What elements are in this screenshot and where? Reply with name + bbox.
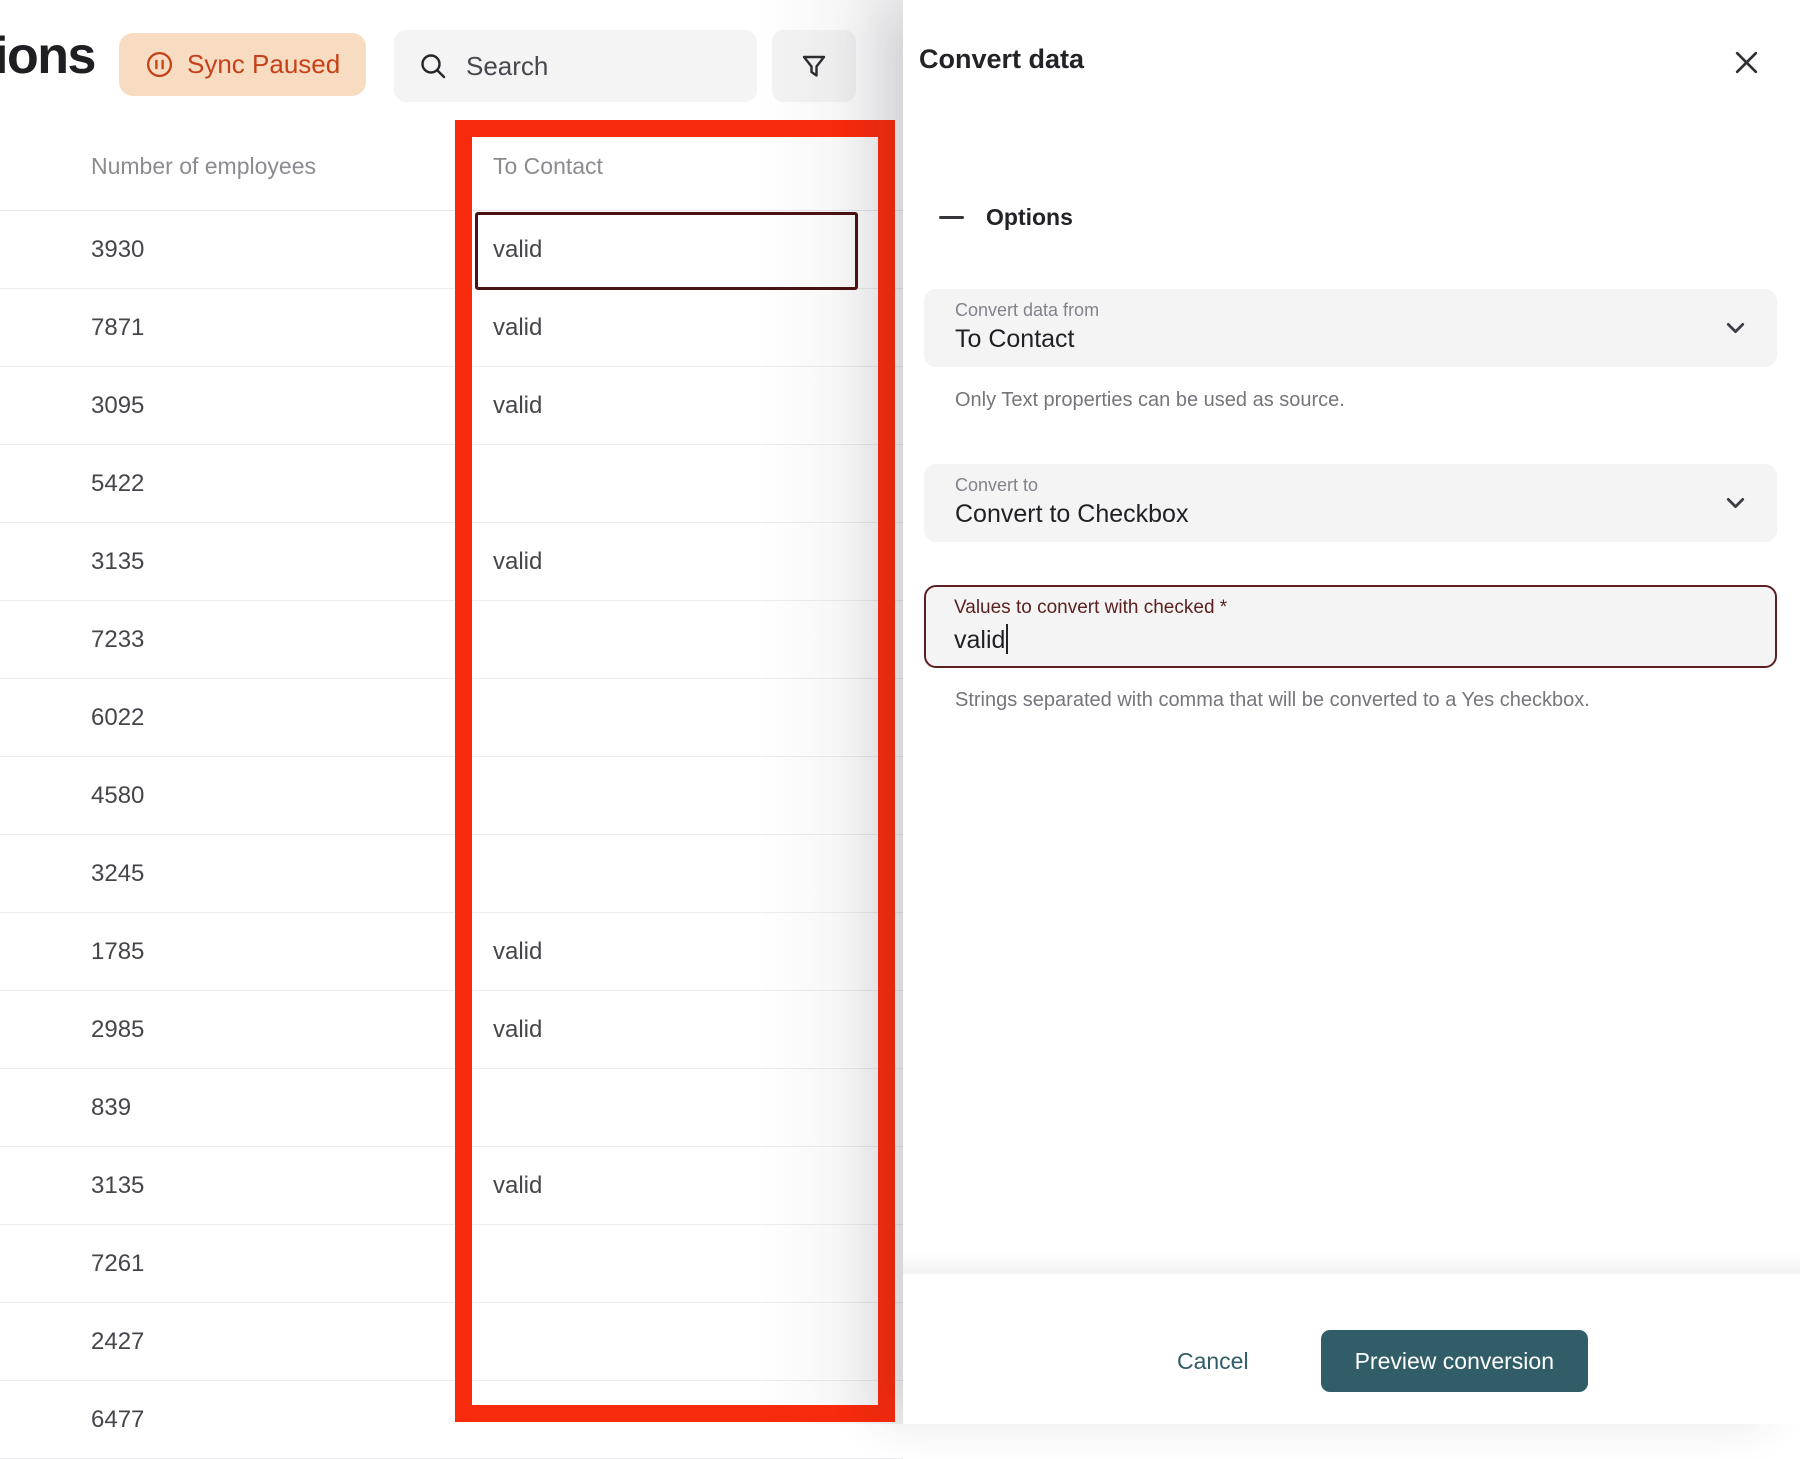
close-button[interactable]: [1726, 42, 1766, 82]
cell-to-contact[interactable]: [493, 1303, 853, 1380]
chevron-down-icon: [1722, 490, 1749, 517]
close-icon: [1731, 47, 1762, 78]
table-row: 5422: [0, 445, 903, 523]
cell-employees[interactable]: 6022: [91, 679, 391, 756]
sync-paused-badge[interactable]: Sync Paused: [119, 33, 366, 96]
funnel-icon: [798, 50, 830, 82]
page-title-fragment: ions: [0, 26, 95, 86]
cell-employees[interactable]: 3930: [91, 211, 391, 288]
chevron-down-icon: [1722, 315, 1749, 342]
convert-data-panel: Convert data Options Convert data from T…: [903, 0, 1800, 1424]
cell-employees[interactable]: 3135: [91, 523, 391, 600]
cell-to-contact[interactable]: valid: [493, 211, 853, 288]
table-row: 7233: [0, 601, 903, 679]
records-pane: ions Sync Paused Number of employees To: [0, 0, 903, 1424]
search-icon: [418, 51, 448, 81]
table-row: 3135 valid: [0, 1147, 903, 1225]
convert-from-value: To Contact: [955, 325, 1707, 354]
cell-employees[interactable]: 1785: [91, 913, 391, 990]
cell-employees[interactable]: 2427: [91, 1303, 391, 1380]
panel-title: Convert data: [919, 44, 1084, 75]
cell-employees[interactable]: 3135: [91, 1147, 391, 1224]
cell-to-contact[interactable]: [493, 1225, 853, 1302]
convert-to-value: Convert to Checkbox: [955, 500, 1707, 529]
cell-to-contact[interactable]: valid: [493, 289, 853, 366]
table-row: 7871 valid: [0, 289, 903, 367]
cell-employees[interactable]: 5422: [91, 445, 391, 522]
cell-to-contact[interactable]: [493, 1069, 853, 1146]
cell-employees[interactable]: 2985: [91, 991, 391, 1068]
cell-to-contact[interactable]: [493, 601, 853, 678]
table-row: 7261: [0, 1225, 903, 1303]
convert-from-hint: Only Text properties can be used as sour…: [955, 389, 1345, 412]
filter-button[interactable]: [772, 30, 856, 102]
options-section-toggle[interactable]: Options: [939, 204, 1073, 231]
cell-to-contact[interactable]: valid: [493, 913, 853, 990]
cell-employees[interactable]: 3095: [91, 367, 391, 444]
sync-badge-label: Sync Paused: [187, 49, 340, 80]
table-row: 2985 valid: [0, 991, 903, 1069]
convert-to-label: Convert to: [955, 475, 1707, 496]
table-row: 6022: [0, 679, 903, 757]
text-cursor: [1006, 624, 1008, 654]
cell-to-contact[interactable]: valid: [493, 367, 853, 444]
cell-employees[interactable]: 7871: [91, 289, 391, 366]
panel-footer: Cancel Preview conversion: [903, 1330, 1800, 1392]
values-to-convert-input[interactable]: Values to convert with checked * valid: [924, 585, 1777, 668]
table-row: 4580: [0, 757, 903, 835]
table-row: 3135 valid: [0, 523, 903, 601]
table-row: 1785 valid: [0, 913, 903, 991]
cell-to-contact[interactable]: [493, 1381, 853, 1458]
cell-to-contact[interactable]: valid: [493, 991, 853, 1068]
table-row: 3930 valid: [0, 211, 903, 289]
table-row: 3245: [0, 835, 903, 913]
table-row: 2427: [0, 1303, 903, 1381]
values-to-convert-value: valid: [954, 626, 1005, 655]
search-input[interactable]: [394, 30, 757, 102]
values-to-convert-hint: Strings separated with comma that will b…: [955, 689, 1590, 712]
search-text-field[interactable]: [466, 51, 737, 82]
table-row: 3095 valid: [0, 367, 903, 445]
table-body: 3930 valid 7871 valid 3095 valid 5422 31…: [0, 211, 903, 1459]
table-row: 6477: [0, 1381, 903, 1459]
column-header-to-contact[interactable]: To Contact: [493, 153, 603, 180]
footer-divider: [903, 1251, 1800, 1274]
cell-employees[interactable]: 4580: [91, 757, 391, 834]
cell-to-contact[interactable]: valid: [493, 1147, 853, 1224]
cell-employees[interactable]: 7261: [91, 1225, 391, 1302]
convert-to-select[interactable]: Convert to Convert to Checkbox: [924, 464, 1777, 542]
column-header-employees[interactable]: Number of employees: [91, 153, 316, 180]
cell-employees[interactable]: 7233: [91, 601, 391, 678]
cell-to-contact[interactable]: [493, 835, 853, 912]
cell-to-contact[interactable]: [493, 757, 853, 834]
cancel-button[interactable]: Cancel: [1177, 1348, 1249, 1375]
options-section-label: Options: [986, 204, 1073, 231]
cell-to-contact[interactable]: [493, 445, 853, 522]
cell-to-contact[interactable]: [493, 679, 853, 756]
cell-employees[interactable]: 6477: [91, 1381, 391, 1458]
cell-employees[interactable]: 839: [91, 1069, 391, 1146]
collapse-minus-icon: [939, 216, 964, 219]
cell-employees[interactable]: 3245: [91, 835, 391, 912]
table-row: 839: [0, 1069, 903, 1147]
convert-from-label: Convert data from: [955, 300, 1707, 321]
values-to-convert-label: Values to convert with checked *: [954, 597, 1747, 619]
cell-to-contact[interactable]: valid: [493, 523, 853, 600]
preview-conversion-button[interactable]: Preview conversion: [1321, 1330, 1588, 1392]
convert-from-select[interactable]: Convert data from To Contact: [924, 289, 1777, 367]
pause-circle-icon: [145, 50, 174, 79]
